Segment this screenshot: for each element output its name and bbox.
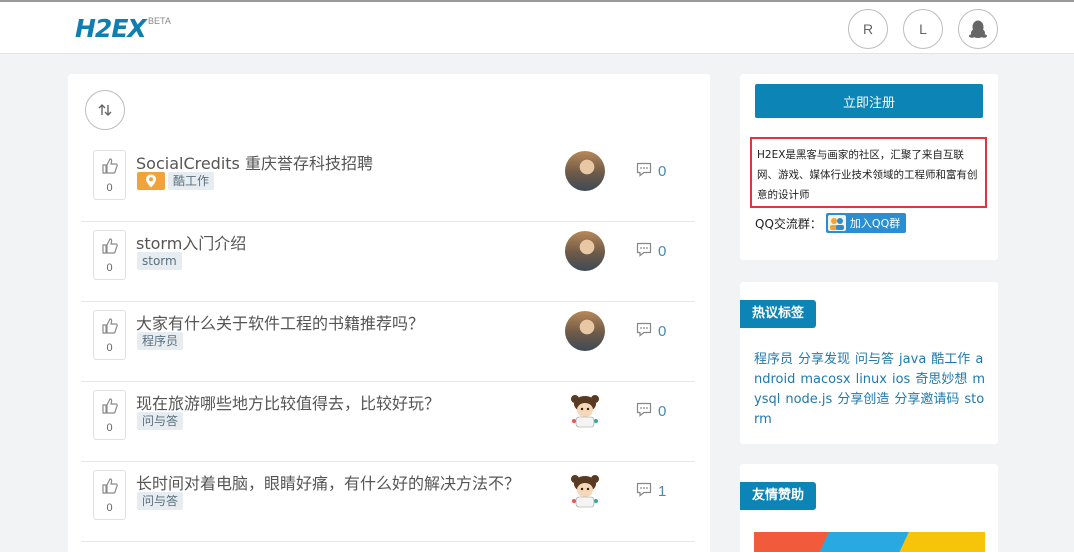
topic-title[interactable]: 现在旅游哪些地方比较值得去，比较好玩？: [136, 390, 440, 414]
upvote-button[interactable]: 0: [93, 310, 126, 360]
thumbs-up-icon: [101, 397, 119, 415]
join-qq-label: 加入QQ群: [849, 217, 901, 230]
topic-tag[interactable]: 酷工作: [168, 172, 215, 190]
qq-login-button[interactable]: [958, 9, 998, 49]
register-button[interactable]: 立即注册: [755, 84, 983, 118]
hot-tag[interactable]: linux: [856, 372, 887, 387]
intro-card: 立即注册 H2EX是黑客与画家的社区，汇聚了来自互联网、游戏、媒体行业技术领域的…: [740, 74, 998, 260]
site-logo[interactable]: H2EX: [75, 14, 147, 43]
comment-number: 1: [658, 483, 667, 500]
topic-title[interactable]: SocialCredits 重庆誉存科技招聘: [136, 150, 373, 174]
r-button[interactable]: R: [848, 9, 888, 49]
hot-tags-title: 热议标签: [740, 300, 817, 328]
comment-icon: [636, 162, 652, 181]
comment-count[interactable]: 0: [636, 402, 666, 421]
topic-title[interactable]: 大家有什么关于软件工程的书籍推荐吗？: [136, 310, 424, 334]
hot-tag[interactable]: ios: [892, 372, 910, 387]
comment-count[interactable]: 1: [636, 482, 666, 501]
author-avatar[interactable]: [565, 151, 605, 191]
author-avatar[interactable]: [565, 231, 605, 271]
topic-tag[interactable]: 问与答: [137, 492, 184, 510]
hot-tag[interactable]: java: [899, 352, 926, 367]
author-avatar[interactable]: [565, 391, 605, 431]
comment-icon: [636, 322, 652, 341]
thumbs-up-icon: [101, 317, 119, 335]
l-button[interactable]: L: [903, 9, 943, 49]
topic-row[interactable]: 0 storm入门介绍 storm 0: [81, 222, 695, 302]
topic-title[interactable]: storm入门介绍: [136, 230, 246, 254]
beta-badge: BETA: [148, 16, 171, 26]
thumbs-up-icon: [101, 157, 119, 175]
upvote-button[interactable]: 0: [93, 230, 126, 280]
topic-tag[interactable]: storm: [137, 252, 182, 270]
topic-tags: 酷工作: [137, 172, 215, 190]
comment-count[interactable]: 0: [636, 162, 666, 181]
site-intro: H2EX是黑客与画家的社区，汇聚了来自互联网、游戏、媒体行业技术领域的工程师和富…: [750, 137, 987, 208]
topic-tag[interactable]: 问与答: [137, 412, 184, 430]
vote-count: 0: [106, 502, 113, 514]
topic-tags: storm: [137, 252, 182, 270]
vote-count: 0: [106, 182, 113, 194]
vote-count: 0: [106, 422, 113, 434]
sponsor-title: 友情赞助: [740, 482, 817, 510]
hot-tag[interactable]: node.js: [785, 392, 832, 407]
qq-group-label: QQ交流群：: [755, 216, 822, 231]
vote-count: 0: [106, 342, 113, 354]
comment-count[interactable]: 0: [636, 242, 666, 261]
sort-button[interactable]: [85, 90, 125, 130]
upvote-button[interactable]: 0: [93, 470, 126, 520]
vote-count: 0: [106, 262, 113, 274]
topic-tags: 程序员: [137, 332, 184, 350]
sort-arrows-icon: [98, 104, 112, 116]
sponsor-card: 友情赞助: [740, 464, 998, 552]
thumbs-up-icon: [101, 237, 119, 255]
topic-row[interactable]: 0 大家有什么关于软件工程的书籍推荐吗？ 程序员 0: [81, 302, 695, 382]
topic-list-card: 0 SocialCredits 重庆誉存科技招聘 酷工作 0 0 storm入门介绍 sto…: [68, 74, 710, 552]
location-icon[interactable]: [137, 172, 165, 190]
author-avatar[interactable]: [565, 311, 605, 351]
topic-tags: 问与答: [137, 492, 184, 510]
thumbs-up-icon: [101, 477, 119, 495]
hot-tag[interactable]: 酷工作: [931, 352, 970, 367]
upvote-button[interactable]: 0: [93, 390, 126, 440]
penguin-icon: [969, 20, 987, 38]
hot-tag[interactable]: 分享创造: [837, 392, 889, 407]
sponsor-banner[interactable]: [754, 532, 985, 552]
hot-tag[interactable]: 分享发现: [798, 352, 850, 367]
topic-tag[interactable]: 程序员: [137, 332, 184, 350]
hot-tag[interactable]: 奇思妙想: [915, 372, 967, 387]
comment-number: 0: [658, 403, 667, 420]
hot-tag[interactable]: 程序员: [754, 352, 793, 367]
join-qq-button[interactable]: 加入QQ群: [825, 213, 907, 233]
comment-count[interactable]: 0: [636, 322, 666, 341]
topic-row[interactable]: 0 长时间对着电脑，眼睛好痛，有什么好的解决方法不？ 问与答 1: [81, 462, 695, 542]
hot-tag[interactable]: 问与答: [855, 352, 894, 367]
hot-tags-list: 程序员 分享发现 问与答 java 酷工作 android macosx linux ios 奇思…: [754, 350, 986, 430]
comment-icon: [636, 402, 652, 421]
upvote-button[interactable]: 0: [93, 150, 126, 200]
topic-row[interactable]: 0 SocialCredits 重庆誉存科技招聘 酷工作 0: [81, 142, 695, 222]
topic-title[interactable]: 长时间对着电脑，眼睛好痛，有什么好的解决方法不？: [136, 470, 520, 494]
site-header: H2EX BETA R L: [0, 2, 1074, 54]
people-icon: [827, 215, 846, 231]
comment-number: 0: [658, 243, 667, 260]
comment-number: 0: [658, 163, 667, 180]
hot-tags-card: 热议标签 程序员 分享发现 问与答 java 酷工作 android macosx linux…: [740, 282, 998, 444]
comment-icon: [636, 242, 652, 261]
author-avatar[interactable]: [565, 471, 605, 511]
topic-row[interactable]: 0 现在旅游哪些地方比较值得去，比较好玩？ 问与答 0: [81, 382, 695, 462]
hot-tag[interactable]: 分享邀请码: [894, 392, 959, 407]
hot-tag[interactable]: macosx: [800, 372, 850, 387]
comment-icon: [636, 482, 652, 501]
qq-group-row: QQ交流群： 加入QQ群: [755, 213, 907, 233]
topic-tags: 问与答: [137, 412, 184, 430]
comment-number: 0: [658, 323, 667, 340]
